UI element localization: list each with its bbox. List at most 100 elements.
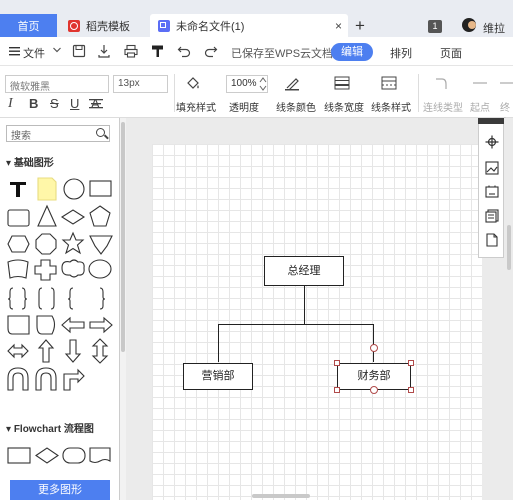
connector-type-icon[interactable]	[434, 75, 450, 91]
stepper-icon[interactable]	[259, 76, 267, 92]
shape-panel-scroll-thumb[interactable]	[121, 122, 125, 352]
collapse-triangle-icon: ▾	[6, 424, 12, 435]
resize-handle[interactable]	[408, 387, 414, 393]
resize-handle[interactable]	[334, 387, 340, 393]
right-brace-shape-icon	[99, 287, 106, 310]
hexagon-shape-icon	[7, 235, 30, 253]
up-arrow-shape-icon	[37, 339, 55, 363]
basic-shapes-header[interactable]: ▾ 基础图形	[6, 154, 54, 169]
connector-line[interactable]	[373, 324, 375, 362]
avatar[interactable]	[462, 18, 476, 32]
drawing-page[interactable]: 总经理 营销部 财务部	[152, 144, 482, 500]
canvas-horizontal-scrollbar[interactable]	[252, 494, 310, 498]
flowchart-title: Flowchart 流程图	[13, 424, 94, 435]
rectangle-shape-icon	[89, 180, 112, 197]
brace-right-shape-icon	[21, 287, 28, 310]
username[interactable]: 维拉	[483, 20, 505, 36]
start-point-icon[interactable]	[472, 75, 488, 91]
export-image-icon[interactable]	[485, 185, 499, 199]
blank-page-icon[interactable]	[485, 233, 499, 247]
image-style-icon[interactable]	[485, 161, 499, 175]
toolbar-divider	[174, 74, 175, 112]
toolbar-divider	[418, 74, 419, 112]
flowchart-shapes-grid[interactable]	[4, 444, 116, 468]
font-family-select[interactable]: 微软雅黑	[5, 75, 109, 93]
connector-line[interactable]	[304, 286, 306, 324]
tab-page[interactable]: 页面	[440, 45, 462, 61]
shape-library-panel: 搜索 ▾ 基础图形 ▾ Flowchart 流程图 更多图形	[0, 118, 120, 500]
crosshair-icon[interactable]	[485, 135, 499, 149]
tab-document[interactable]: 未命名文件(1) ×	[150, 14, 348, 37]
line-width-label[interactable]: 线条宽度	[324, 99, 364, 114]
connector-type-label[interactable]: 连线类型	[423, 99, 463, 114]
daoke-logo-icon	[68, 19, 80, 32]
search-icon[interactable]	[96, 128, 105, 137]
format-painter-icon[interactable]	[151, 44, 165, 58]
fill-bucket-icon[interactable]	[185, 75, 201, 91]
basic-shapes-grid[interactable]	[4, 176, 116, 406]
line-style-icon[interactable]	[381, 75, 397, 91]
flowchart-file-icon	[158, 19, 170, 32]
line-width-icon[interactable]	[334, 75, 350, 91]
strikethrough-button[interactable]: S	[50, 96, 59, 111]
menu-bar: 文件 已保存至WPS云文档 编辑 排列 页面	[0, 37, 513, 66]
node-general-manager[interactable]: 总经理	[264, 256, 344, 286]
document-shape-icon	[89, 447, 111, 464]
tab-edit[interactable]: 编辑	[331, 43, 373, 61]
export-icon[interactable]	[97, 44, 111, 58]
chevron-down-icon[interactable]	[53, 47, 61, 53]
u-turn-arrow-shape-icon	[7, 367, 29, 391]
shield-shape-icon	[89, 235, 113, 255]
underline-button[interactable]: U	[70, 96, 79, 111]
resize-handle[interactable]	[408, 360, 414, 366]
data-shape-icon	[7, 315, 30, 335]
banner-shape-icon	[7, 259, 29, 279]
up-down-arrow-shape-icon	[91, 338, 109, 364]
start-point-label[interactable]: 起点	[470, 99, 490, 114]
tab-templates[interactable]: 稻壳模板	[60, 14, 148, 37]
close-tab-icon[interactable]: ×	[335, 19, 348, 33]
connector-line[interactable]	[218, 324, 220, 362]
opacity-label[interactable]: 透明度	[229, 99, 259, 114]
connector-line[interactable]	[218, 324, 374, 326]
align-icon[interactable]	[88, 97, 104, 111]
font-size-select[interactable]: 13px	[113, 75, 168, 93]
new-tab-button[interactable]: +	[355, 16, 365, 36]
canvas-area[interactable]: 总经理 营销部 财务部	[126, 118, 513, 500]
canvas-vertical-scrollbar[interactable]	[507, 225, 511, 270]
tab-arrange[interactable]: 排列	[390, 45, 412, 61]
circle-shape-icon	[63, 178, 85, 200]
search-input[interactable]: 搜索	[6, 125, 110, 142]
print-icon[interactable]	[124, 44, 138, 58]
fill-style-label[interactable]: 填充样式	[176, 99, 216, 114]
process-shape-icon	[7, 447, 31, 464]
file-menu[interactable]: 文件	[23, 45, 45, 61]
node-marketing[interactable]: 营销部	[183, 363, 253, 390]
end-point-icon[interactable]	[500, 75, 513, 91]
bent-arrow-shape-icon	[63, 368, 85, 391]
save-icon[interactable]	[72, 44, 86, 58]
right-toolbar-handle[interactable]	[478, 118, 504, 124]
speech-shape-icon	[88, 259, 112, 279]
undo-icon[interactable]	[177, 44, 191, 58]
bold-button[interactable]: B	[29, 96, 38, 111]
italic-button[interactable]: I	[8, 96, 13, 112]
tab-document-label: 未命名文件(1)	[176, 20, 245, 33]
left-brace-shape-icon	[67, 287, 74, 310]
line-color-label[interactable]: 线条颜色	[276, 99, 316, 114]
triangle-shape-icon	[37, 204, 57, 227]
bracket-shape-icon	[38, 287, 43, 310]
resize-handle[interactable]	[334, 360, 340, 366]
menu-icon[interactable]	[8, 44, 22, 58]
tab-home[interactable]: 首页	[0, 14, 57, 37]
pages-icon[interactable]	[485, 209, 499, 223]
redo-icon[interactable]	[204, 44, 218, 58]
line-color-icon[interactable]	[284, 75, 300, 91]
connection-point-handle[interactable]	[370, 386, 378, 394]
collapse-triangle-icon: ▾	[6, 158, 12, 169]
line-style-label[interactable]: 线条样式	[371, 99, 411, 114]
window-count-badge[interactable]: 1	[428, 20, 442, 33]
flowchart-header[interactable]: ▾ Flowchart 流程图	[6, 420, 94, 435]
rotate-handle[interactable]	[370, 344, 378, 352]
more-shapes-button[interactable]: 更多图形	[10, 480, 110, 500]
